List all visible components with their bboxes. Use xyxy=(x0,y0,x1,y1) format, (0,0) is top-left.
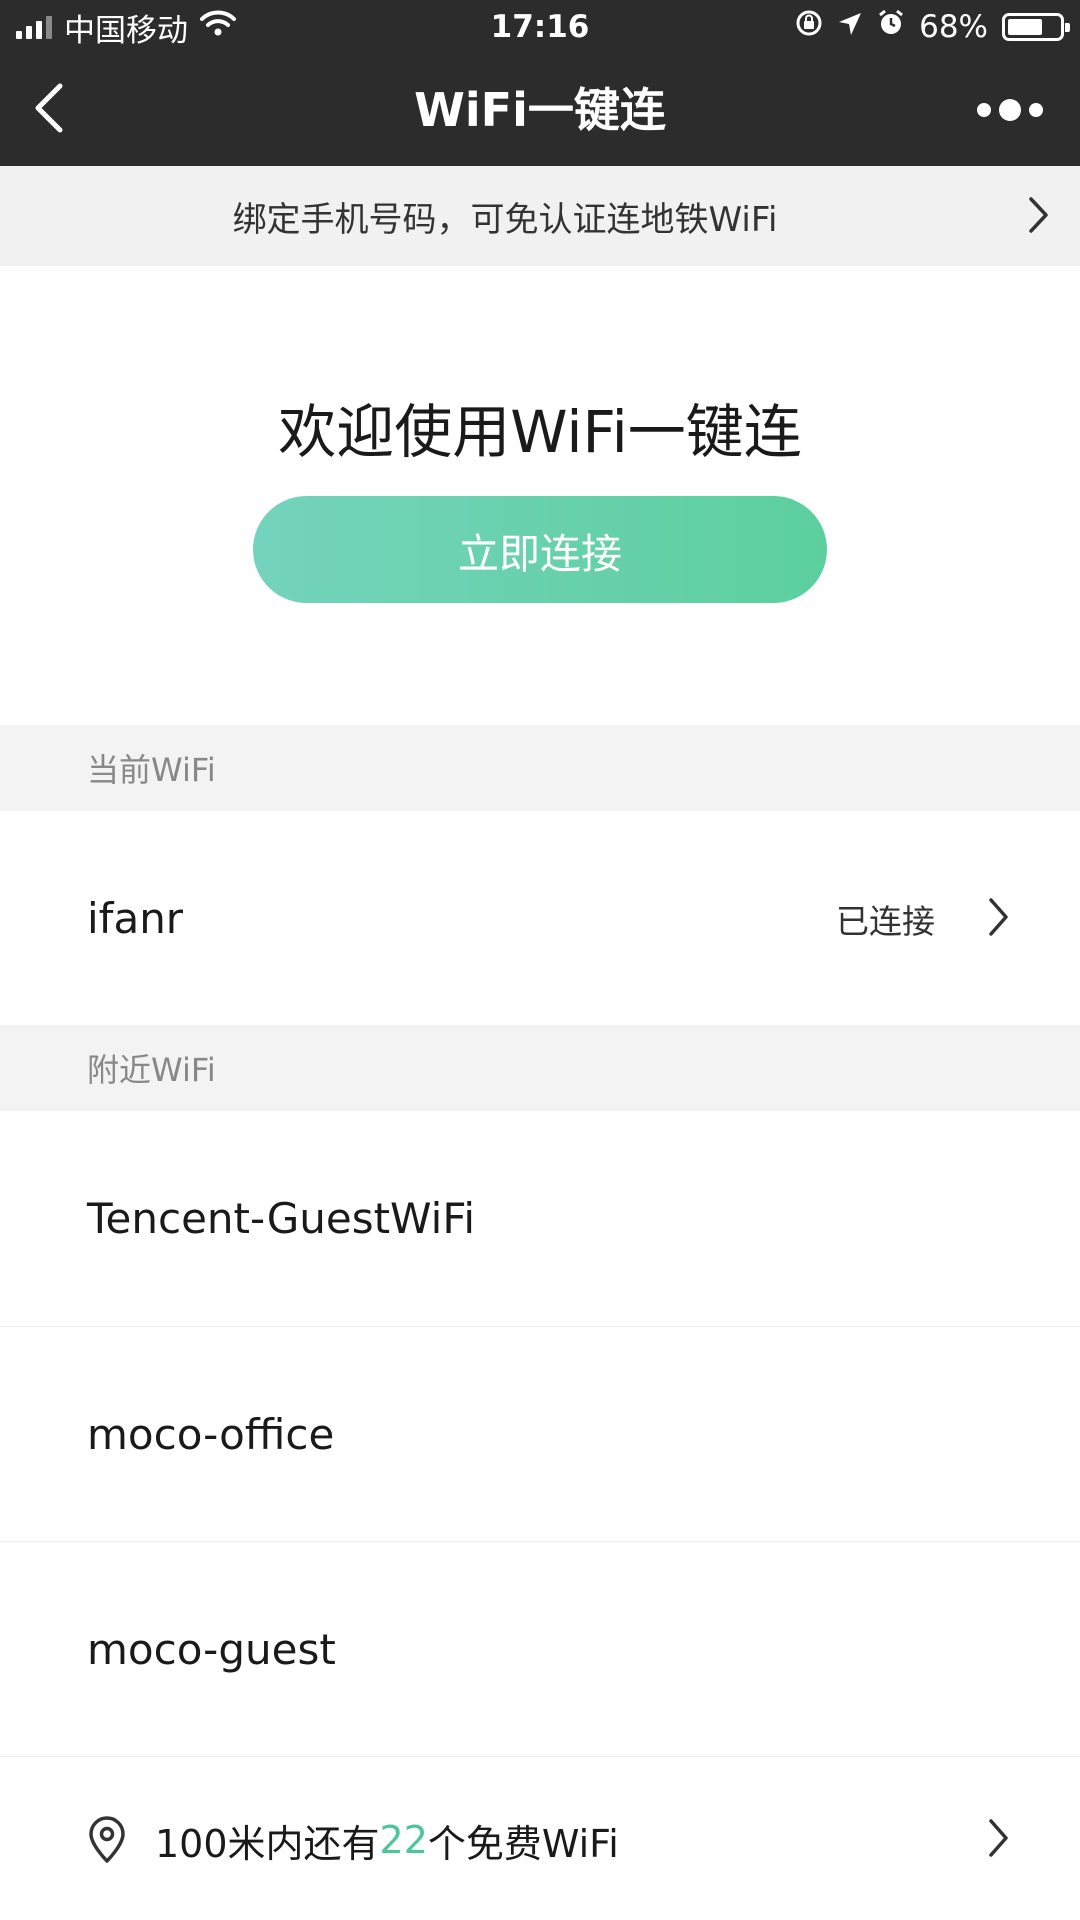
nearby-wifi-header: 附近WiFi xyxy=(0,1025,1080,1111)
free-wifi-suffix: 个免费WiFi xyxy=(427,1821,619,1866)
current-wifi-row[interactable]: ifanr 已连接 xyxy=(0,811,1080,1026)
list-item[interactable]: moco-office xyxy=(0,1327,1080,1542)
chevron-right-icon xyxy=(988,897,1010,947)
location-pin-icon xyxy=(87,1816,127,1864)
chevron-right-icon xyxy=(988,1818,1010,1867)
banner-text: 绑定手机号码，可免认证连地铁WiFi xyxy=(232,199,778,240)
nav-bar: WiFi一键连 xyxy=(0,54,1080,166)
page-title: WiFi一键连 xyxy=(414,83,666,137)
wifi-name: moco-office xyxy=(87,1410,335,1459)
chevron-right-icon xyxy=(1028,196,1050,238)
battery-percent: 68% xyxy=(919,9,988,45)
rotation-lock-icon xyxy=(795,9,823,45)
wifi-name: moco-guest xyxy=(87,1624,336,1674)
connect-now-button[interactable]: 立即连接 xyxy=(253,496,827,603)
free-wifi-count: 22 xyxy=(379,1818,428,1862)
wifi-name: Tencent-GuestWiFi xyxy=(87,1194,476,1243)
bind-phone-banner[interactable]: 绑定手机号码，可免认证连地铁WiFi xyxy=(0,166,1080,266)
list-item[interactable]: moco-guest xyxy=(0,1542,1080,1756)
divider xyxy=(0,1756,1080,1757)
welcome-heading: 欢迎使用WiFi一键连 xyxy=(278,398,802,466)
connection-status: 已连接 xyxy=(836,901,935,941)
status-bar: 中国移动 17:16 68% xyxy=(0,0,1080,54)
status-right: 68% xyxy=(795,0,1070,54)
location-arrow-icon xyxy=(837,9,863,45)
current-wifi-name: ifanr xyxy=(87,894,184,943)
more-button[interactable] xyxy=(960,80,1060,140)
more-icon xyxy=(977,99,1043,121)
more-free-wifi-row[interactable]: 100米内还有 22 个免费WiFi xyxy=(0,1760,1080,1920)
battery-icon xyxy=(1002,13,1070,41)
current-wifi-header: 当前WiFi xyxy=(0,725,1080,811)
list-item[interactable]: Tencent-GuestWiFi xyxy=(0,1111,1080,1326)
alarm-icon xyxy=(877,9,905,45)
free-wifi-prefix: 100米内还有 xyxy=(155,1821,380,1866)
